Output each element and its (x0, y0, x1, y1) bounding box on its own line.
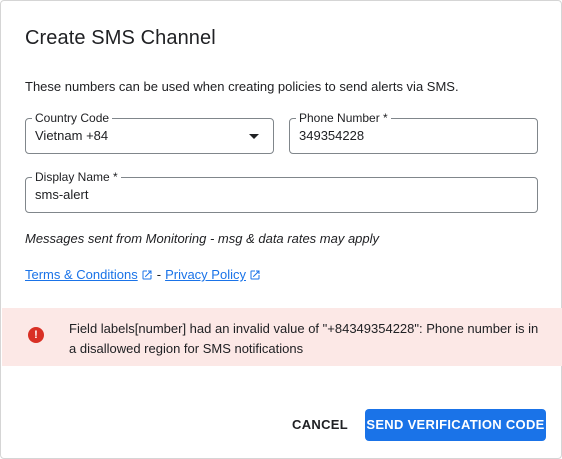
privacy-link[interactable]: Privacy Policy (165, 267, 246, 282)
legal-links: Terms & Conditions - Privacy Policy (25, 267, 265, 282)
cancel-button[interactable]: CANCEL (281, 409, 359, 441)
send-verification-code-button[interactable]: SEND VERIFICATION CODE (365, 409, 546, 441)
error-message: Field labels[number] had an invalid valu… (69, 321, 539, 356)
rates-note: Messages sent from Monitoring - msg & da… (25, 231, 380, 246)
error-banner: ! Field labels[number] had an invalid va… (2, 308, 562, 366)
dropdown-arrow-icon[interactable] (249, 134, 259, 139)
error-icon: ! (28, 327, 44, 343)
country-code-select[interactable]: Country Code Vietnam +84 (25, 111, 274, 154)
display-name-label: Display Name * (32, 170, 121, 184)
terms-link[interactable]: Terms & Conditions (25, 267, 138, 282)
links-separator: - (156, 267, 162, 282)
create-sms-channel-dialog: Create SMS Channel These numbers can be … (0, 0, 562, 459)
phone-number-value[interactable]: 349354228 (299, 128, 364, 143)
open-in-new-icon[interactable] (249, 269, 261, 281)
open-in-new-icon[interactable] (141, 269, 153, 281)
display-name-input[interactable]: Display Name * sms-alert (25, 170, 538, 213)
display-name-value[interactable]: sms-alert (35, 187, 88, 202)
dialog-title: Create SMS Channel (25, 27, 216, 49)
phone-number-input[interactable]: Phone Number * 349354228 (289, 111, 538, 154)
phone-number-label: Phone Number * (296, 111, 391, 125)
country-code-value: Vietnam +84 (35, 128, 109, 143)
country-code-label: Country Code (32, 111, 113, 125)
dialog-description: These numbers can be used when creating … (25, 79, 459, 94)
